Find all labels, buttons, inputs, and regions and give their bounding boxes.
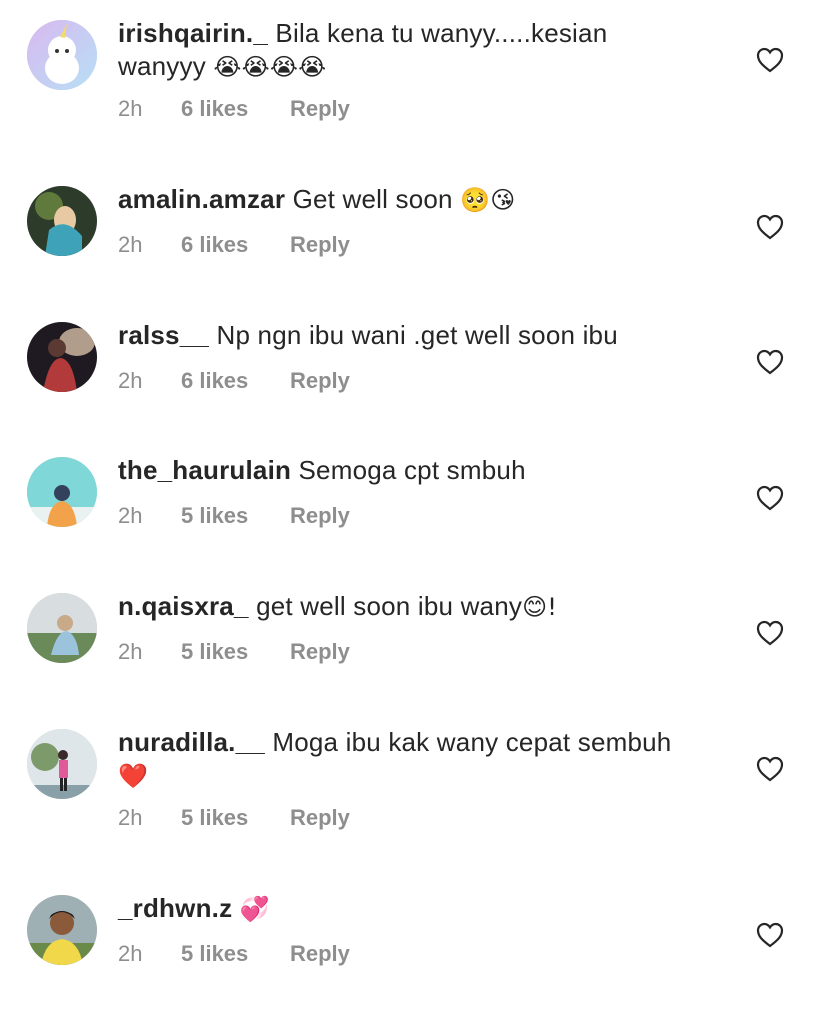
username[interactable]: ralss__: [118, 320, 209, 350]
reply-button[interactable]: Reply: [290, 503, 350, 529]
comment-text: Np ngn ibu wani .get well soon ibu: [216, 320, 618, 350]
likes-count[interactable]: 5 likes: [181, 805, 248, 831]
likes-count[interactable]: 5 likes: [181, 941, 248, 967]
comment-emoji: 💞: [239, 895, 270, 923]
reply-button[interactable]: Reply: [290, 805, 350, 831]
reply-button[interactable]: Reply: [290, 232, 350, 258]
heart-icon[interactable]: [756, 922, 784, 948]
heart-icon[interactable]: [756, 620, 784, 646]
likes-count[interactable]: 5 likes: [181, 639, 248, 665]
comment-time: 2h: [118, 941, 143, 966]
heart-icon[interactable]: [756, 47, 784, 73]
avatar[interactable]: [27, 729, 97, 799]
avatar[interactable]: [27, 186, 97, 256]
comment-text: Get well soon: [292, 184, 453, 214]
comment-text: Semoga cpt smbuh: [298, 455, 526, 485]
username[interactable]: the_haurulain: [118, 455, 291, 485]
avatar[interactable]: [27, 457, 97, 527]
avatar[interactable]: [27, 593, 97, 663]
comment-text: get well soon ibu wany: [256, 591, 523, 621]
reply-button[interactable]: Reply: [290, 941, 350, 967]
comment-text: Moga ibu kak wany cepat sembuh: [272, 727, 672, 757]
username[interactable]: nuradilla.__: [118, 727, 265, 757]
heart-icon[interactable]: [756, 349, 784, 375]
likes-count[interactable]: 5 likes: [181, 503, 248, 529]
likes-count[interactable]: 6 likes: [181, 232, 248, 258]
username[interactable]: amalin.amzar: [118, 184, 285, 214]
reply-button[interactable]: Reply: [290, 96, 350, 122]
username[interactable]: _rdhwn.z: [118, 893, 232, 923]
comment-time: 2h: [118, 232, 143, 257]
avatar[interactable]: [27, 895, 97, 965]
avatar[interactable]: [27, 322, 97, 392]
likes-count[interactable]: 6 likes: [181, 368, 248, 394]
username[interactable]: irishqairin._: [118, 18, 268, 48]
comment-time: 2h: [118, 503, 143, 528]
username[interactable]: n.qaisxra_: [118, 591, 249, 621]
comment-time: 2h: [118, 805, 143, 830]
reply-button[interactable]: Reply: [290, 639, 350, 665]
comment-time: 2h: [118, 368, 143, 393]
comment-time: 2h: [118, 639, 143, 664]
comment-emoji: ❤️: [118, 762, 149, 790]
likes-count[interactable]: 6 likes: [181, 96, 248, 122]
heart-icon[interactable]: [756, 756, 784, 782]
heart-icon[interactable]: [756, 214, 784, 240]
comment-emoji: 😊!: [522, 593, 558, 621]
comment-emoji: 🥺😘: [460, 186, 516, 214]
comment-time: 2h: [118, 96, 143, 121]
avatar[interactable]: [27, 20, 97, 90]
comment-emoji: 😭😭😭😭: [213, 53, 327, 81]
reply-button[interactable]: Reply: [290, 368, 350, 394]
heart-icon[interactable]: [756, 485, 784, 511]
